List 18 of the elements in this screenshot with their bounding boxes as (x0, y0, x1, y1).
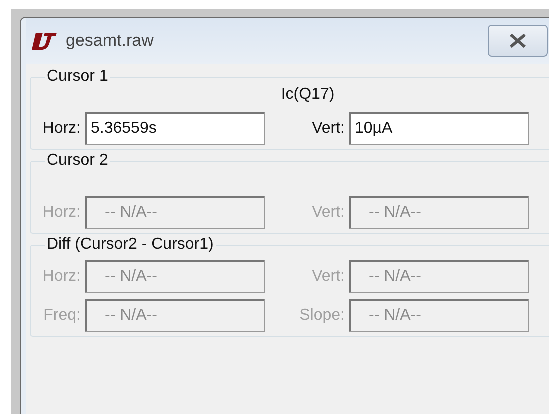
logo-icon (30, 31, 58, 51)
field-label: Freq: (42, 306, 81, 324)
group-label: Cursor 1 (46, 68, 110, 86)
input-field[interactable]: 10µA (349, 112, 529, 145)
field-label: Horz: (42, 204, 81, 222)
field-label: Vert: (311, 120, 345, 138)
trace-name: Ic(Q17) (281, 86, 335, 103)
close-button[interactable] (488, 25, 548, 57)
input-field[interactable]: 5.36559s (85, 112, 265, 145)
field-label: Horz: (42, 120, 81, 138)
window-title: gesamt.raw (66, 31, 154, 51)
field-label: Horz: (42, 268, 81, 286)
group-label: Cursor 2 (46, 152, 110, 170)
close-icon (508, 34, 528, 48)
field-label: Vert: (311, 268, 345, 286)
group-label: Diff (Cursor2 - Cursor1) (46, 236, 215, 254)
field-label: Vert: (311, 204, 345, 222)
field-label: Slope: (298, 306, 345, 324)
